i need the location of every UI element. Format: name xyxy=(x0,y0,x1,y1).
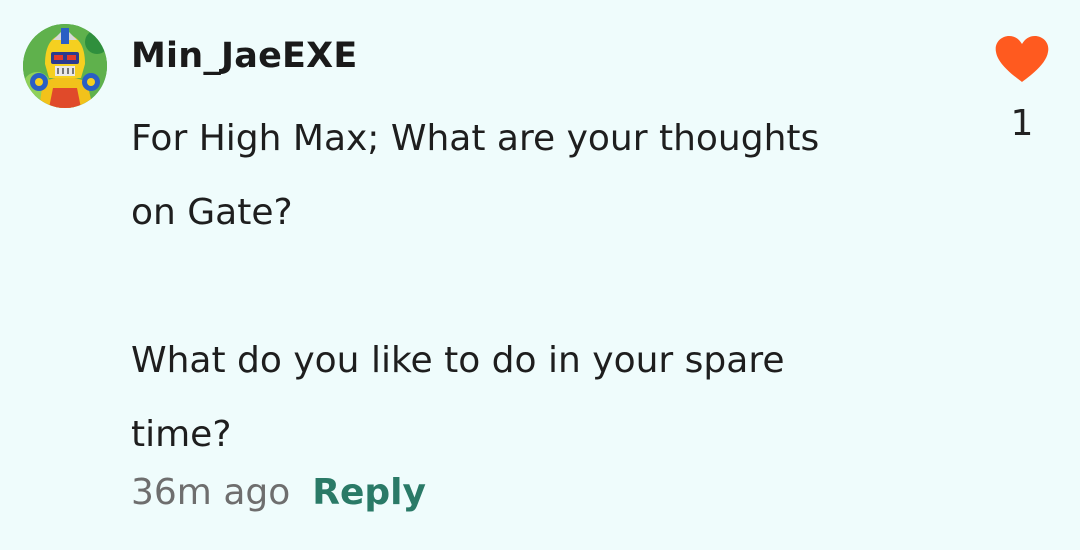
comment-line: For High Max; What are your thoughts xyxy=(131,118,820,159)
comment-body: For High Max; What are your thoughts on … xyxy=(131,102,911,472)
like-count: 1 xyxy=(1010,103,1034,144)
comment-line: on Gate? xyxy=(131,192,293,233)
comment-line: What do you like to do in your spare xyxy=(131,340,785,381)
comment-line: time? xyxy=(131,414,232,455)
comment-meta: 36m ago Reply xyxy=(131,472,426,513)
reply-button[interactable]: Reply xyxy=(312,472,426,513)
like-button[interactable] xyxy=(994,36,1050,84)
comment-card: Min_JaeEXE For High Max; What are your t… xyxy=(0,0,1080,550)
user-avatar[interactable] xyxy=(23,24,107,108)
robot-avatar-icon xyxy=(23,24,107,108)
heart-icon xyxy=(995,36,1049,82)
username[interactable]: Min_JaeEXE xyxy=(131,36,357,76)
timestamp: 36m ago xyxy=(131,472,291,513)
